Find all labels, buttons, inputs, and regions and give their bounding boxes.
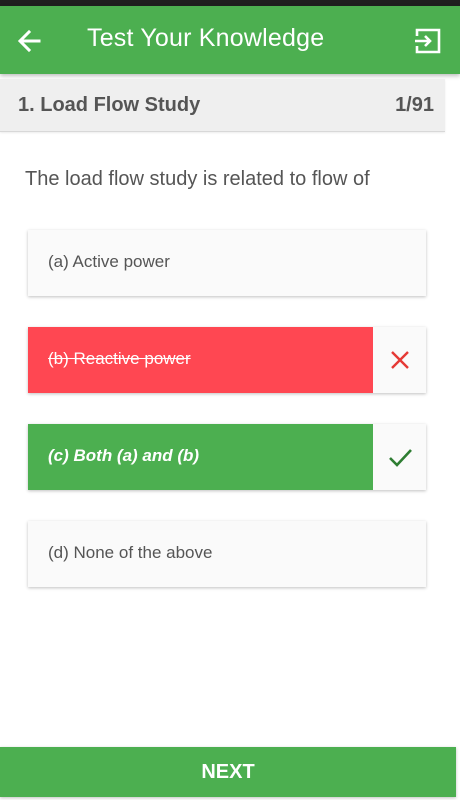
cross-icon <box>391 351 409 369</box>
option-d[interactable]: (d) None of the above <box>28 521 426 587</box>
back-button[interactable] <box>14 26 44 56</box>
topic-title: 1. Load Flow Study <box>18 94 201 116</box>
page-title: Test Your Knowledge <box>87 24 325 52</box>
check-icon <box>389 449 412 467</box>
topic-header: 1. Load Flow Study 1/91 <box>0 79 445 132</box>
option-a-label: (a) Active power <box>48 252 170 271</box>
question-counter: 1/91 <box>395 94 434 116</box>
option-c-label: (c) Both (a) and (b) <box>48 446 200 465</box>
option-a[interactable]: (a) Active power <box>28 230 426 296</box>
next-button[interactable]: NEXT <box>0 747 456 797</box>
mark-area <box>374 424 426 490</box>
option-b-label: (b) Reactive power <box>48 349 191 368</box>
exit-button[interactable] <box>412 25 444 57</box>
option-b[interactable]: (b) Reactive power <box>28 327 426 393</box>
option-d-label: (d) None of the above <box>48 543 213 562</box>
option-c[interactable]: (c) Both (a) and (b) <box>28 424 426 490</box>
question-text: The load flow study is related to flow o… <box>25 168 370 190</box>
mark-area <box>374 327 426 393</box>
exit-icon <box>415 28 441 54</box>
arrow-left-icon <box>17 29 41 53</box>
app-bar: Test Your Knowledge <box>0 6 460 74</box>
